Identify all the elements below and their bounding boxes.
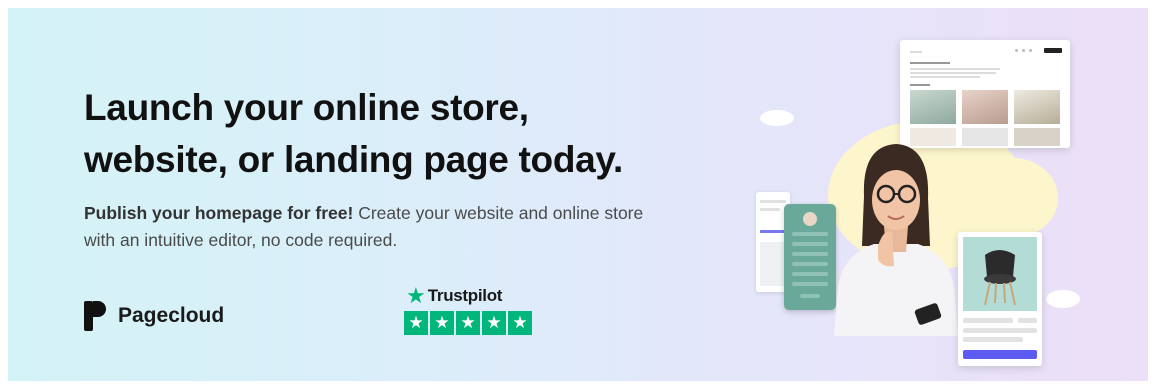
star-icon: ★ xyxy=(508,311,532,335)
trustpilot-wordmark: Trustpilot xyxy=(427,286,503,305)
gallery-photo xyxy=(962,128,1008,146)
white-cloud-icon xyxy=(760,110,794,126)
star-icon: ★ xyxy=(482,311,506,335)
headline-line-1: Launch your online store, xyxy=(84,87,529,128)
hero-description: Publish your homepage for free! Create y… xyxy=(84,200,644,254)
star-icon: ★ xyxy=(456,311,480,335)
mockup-cta-button xyxy=(1044,48,1062,53)
gallery-photo xyxy=(910,90,956,124)
add-to-cart-button xyxy=(963,350,1037,359)
pagecloud-logo[interactable]: Pagecloud xyxy=(84,301,224,331)
description-highlight: Publish your homepage for free! xyxy=(84,203,354,223)
trustpilot-star-icon: ★ xyxy=(406,283,426,308)
white-cloud-icon xyxy=(1046,290,1080,308)
page-headline: Launch your online store, website, or la… xyxy=(84,82,704,186)
pagecloud-logo-icon xyxy=(84,301,106,331)
product-card-mockup xyxy=(958,232,1042,366)
trustpilot-stars: ★ ★ ★ ★ ★ xyxy=(404,311,534,335)
profile-avatar xyxy=(803,212,817,226)
gallery-photo xyxy=(962,90,1008,124)
star-icon: ★ xyxy=(430,311,454,335)
woman-thinking-illustration xyxy=(834,144,958,336)
headline-line-2: website, or landing page today. xyxy=(84,139,623,180)
gallery-photo xyxy=(1014,90,1060,124)
pagecloud-wordmark: Pagecloud xyxy=(118,304,225,327)
star-icon: ★ xyxy=(404,311,428,335)
yellow-cloud-puff xyxy=(968,158,1058,238)
hero-banner: Launch your online store, website, or la… xyxy=(8,8,1148,381)
website-mockup xyxy=(900,40,1070,148)
gallery-photo xyxy=(1014,128,1060,146)
chair-image xyxy=(963,237,1037,311)
mobile-mockup xyxy=(784,204,836,310)
trustpilot-rating[interactable]: ★ Trustpilot ★ ★ ★ ★ ★ xyxy=(404,284,534,335)
